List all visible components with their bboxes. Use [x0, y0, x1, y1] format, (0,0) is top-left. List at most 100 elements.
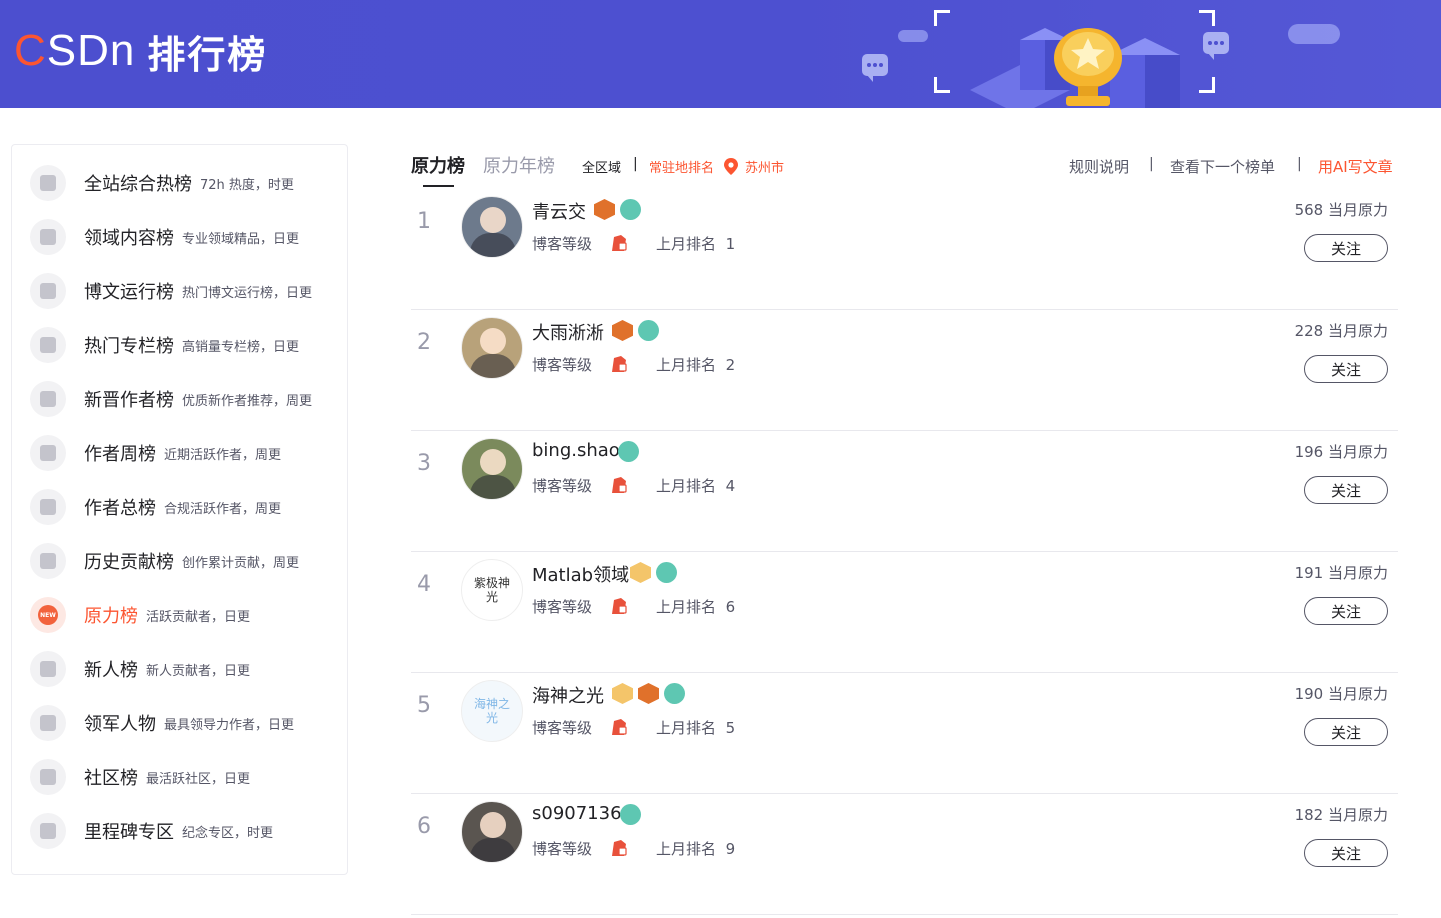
follow-button[interactable]: 关注 [1304, 839, 1388, 867]
user-name[interactable]: Matlab领域 [532, 561, 629, 587]
follow-button[interactable]: 关注 [1304, 355, 1388, 383]
user-name[interactable]: 青云交 [532, 198, 586, 224]
community-badge-icon[interactable] [656, 562, 677, 583]
badge-group [618, 441, 639, 462]
blog-level-icon[interactable] [609, 717, 629, 737]
user-name[interactable]: bing.shao [532, 440, 620, 461]
community-badge-icon[interactable] [620, 804, 641, 825]
monthly-score: 196 当月原力 [1294, 443, 1388, 461]
sidebar-item-label: 博文运行榜 [84, 282, 174, 303]
community-badge-icon[interactable] [618, 441, 639, 462]
blog-level-icon[interactable] [609, 354, 629, 374]
gold-medal-icon[interactable] [630, 562, 651, 583]
community-badge-icon[interactable] [664, 683, 685, 704]
filter-all-region[interactable]: 全区域 [582, 157, 621, 176]
sidebar-item[interactable]: 新人榜 新人贡献者，日更 [30, 649, 250, 689]
sidebar-item[interactable]: 作者总榜 合规活跃作者，周更 [30, 487, 281, 527]
ai-write-link[interactable]: 用AI写文章 [1318, 156, 1393, 177]
sidebar-item[interactable]: 博文运行榜 热门博文运行榜，日更 [30, 271, 312, 311]
sidebar-item-desc: 近期活跃作者，周更 [164, 447, 282, 463]
table-row: 1 青云交 博客等级 上月排名 1 568 当月原力 关注 [411, 189, 1398, 310]
sidebar-item-label: 领军人物 [84, 714, 156, 735]
sidebar-item-desc: 最活跃社区，日更 [146, 771, 251, 787]
last-month-rank: 上月排名 2 [656, 356, 736, 374]
community-badge-icon[interactable] [620, 199, 641, 220]
follow-button[interactable]: 关注 [1304, 234, 1388, 262]
user-name[interactable]: 大雨淅淅 [532, 319, 604, 345]
code-icon [30, 219, 66, 255]
sidebar-item[interactable]: NEW 原力榜 活跃贡献者，日更 [30, 595, 250, 635]
blog-level-icon[interactable] [609, 838, 629, 858]
sidebar-item-label: 全站综合热榜 [84, 174, 192, 195]
sidebar-item[interactable]: 热门专栏榜 高销量专栏榜，日更 [30, 325, 299, 365]
rank-number: 2 [417, 330, 431, 355]
sidebar-item-label: 历史贡献榜 [84, 552, 174, 573]
rocket-icon [30, 165, 66, 201]
blog-level-label: 博客等级 [532, 719, 593, 737]
sidebar-item-label: 作者周榜 [84, 444, 156, 465]
blog-level-icon[interactable] [609, 233, 629, 253]
user-name[interactable]: s0907136 [532, 803, 622, 824]
avatar[interactable] [461, 317, 523, 379]
community-badge-icon[interactable] [638, 320, 659, 341]
sidebar-item-desc: 专业领域精品，日更 [182, 231, 300, 247]
follow-button[interactable]: 关注 [1304, 597, 1388, 625]
badge-group [612, 320, 659, 341]
next-board-link[interactable]: 查看下一个榜单 [1170, 156, 1275, 177]
table-row: 6 s0907136 博客等级 上月排名 9 182 当月原力 关注 [411, 794, 1398, 915]
sidebar-item-desc: 活跃贡献者，日更 [146, 609, 251, 625]
blog-level-label: 博客等级 [532, 598, 593, 616]
last-month-rank: 上月排名 1 [656, 235, 736, 253]
sidebar-item[interactable]: 作者周榜 近期活跃作者，周更 [30, 433, 281, 473]
csdn-logo[interactable]: CSDn 排行榜 [14, 26, 267, 77]
page-header: CSDn 排行榜 [0, 0, 1441, 108]
sidebar-item-label: 新晋作者榜 [84, 390, 174, 411]
blog-level-icon[interactable] [609, 475, 629, 495]
city-selector[interactable]: 苏州市 [745, 157, 784, 176]
avatar[interactable]: 紫极神光 [461, 559, 523, 621]
sidebar-item[interactable]: 里程碑专区 纪念专区，时更 [30, 811, 273, 851]
table-row: 2 大雨淅淅 博客等级 上月排名 2 228 当月原力 关注 [411, 310, 1398, 431]
sidebar-item[interactable]: 领域内容榜 专业领域精品，日更 [30, 217, 299, 257]
avatar[interactable] [461, 438, 523, 500]
cloud-decoration [1288, 24, 1340, 44]
rank-number: 1 [417, 209, 431, 234]
sidebar-item[interactable]: 新晋作者榜 优质新作者推荐，周更 [30, 379, 312, 419]
filter-local-rank[interactable]: 常驻地排名 [649, 157, 714, 176]
rules-link[interactable]: 规则说明 [1069, 156, 1129, 177]
tab-yuanli[interactable]: 原力榜 [411, 152, 465, 178]
avatar[interactable]: 海神之光 [461, 680, 523, 742]
sidebar-item[interactable]: 历史贡献榜 创作累计贡献，周更 [30, 541, 299, 581]
sidebar-item-label: 领域内容榜 [84, 228, 174, 249]
avatar[interactable] [461, 801, 523, 863]
new-icon: NEW [30, 597, 66, 633]
follow-button[interactable]: 关注 [1304, 476, 1388, 504]
last-month-rank: 上月排名 6 [656, 598, 736, 616]
rank-number: 3 [417, 451, 431, 476]
gold-medal-icon[interactable] [612, 683, 633, 704]
tab-yuanli-year[interactable]: 原力年榜 [483, 152, 555, 178]
monthly-score: 568 当月原力 [1294, 201, 1388, 219]
follow-button[interactable]: 关注 [1304, 718, 1388, 746]
sidebar-item-label: 热门专栏榜 [84, 336, 174, 357]
level-medal-icon[interactable] [594, 199, 615, 220]
sidebar-item[interactable]: 社区榜 最活跃社区，日更 [30, 757, 250, 797]
climb-icon [30, 543, 66, 579]
blog-level-icon[interactable] [609, 596, 629, 616]
sidebar-item[interactable]: 领军人物 最具领导力作者，日更 [30, 703, 294, 743]
calendar-icon [30, 435, 66, 471]
sidebar-item-label: 社区榜 [84, 768, 138, 789]
divider: | [1149, 156, 1154, 172]
monthly-score: 228 当月原力 [1294, 322, 1388, 340]
level-medal-icon[interactable] [612, 320, 633, 341]
divider: | [1297, 156, 1302, 172]
avatar[interactable] [461, 196, 523, 258]
level-medal-icon[interactable] [638, 683, 659, 704]
sidebar-item-label: 里程碑专区 [84, 822, 174, 843]
user-name[interactable]: 海神之光 [532, 682, 604, 708]
sidebar-item-desc: 纪念专区，时更 [182, 825, 274, 841]
rank-number: 5 [417, 693, 431, 718]
newbie-icon [30, 651, 66, 687]
sidebar-item[interactable]: 全站综合热榜 72h 热度，时更 [30, 163, 294, 203]
table-row: 5 海神之光 海神之光 博客等级 上月排名 5 190 当月原力 关注 [411, 673, 1398, 794]
